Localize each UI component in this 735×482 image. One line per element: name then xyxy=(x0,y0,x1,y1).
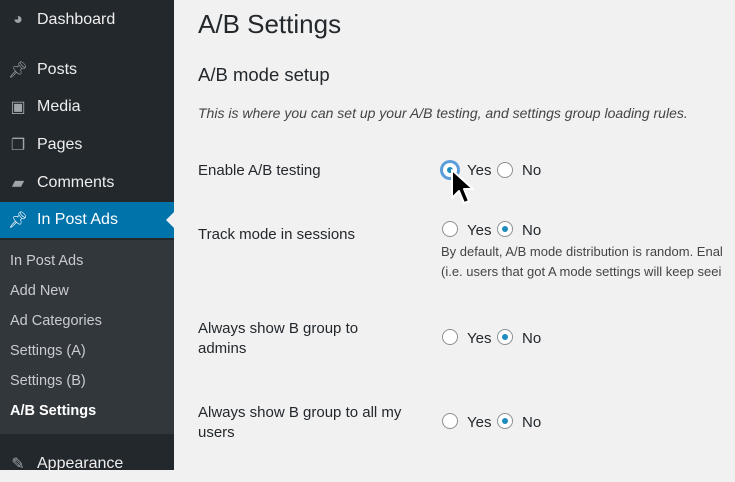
submenu-item-ab-settings[interactable]: A/B Settings xyxy=(10,403,96,419)
track-mode-help-line-1: By default, A/B mode distribution is ran… xyxy=(441,244,723,259)
menu-item-label: Appearance xyxy=(37,455,124,472)
track-mode-label: Track mode in sessions xyxy=(198,226,356,243)
show-b-all-users-no-radio[interactable] xyxy=(497,413,513,429)
show-b-admins-no-radio[interactable] xyxy=(497,329,513,345)
menu-item-label: Posts xyxy=(37,61,78,78)
submenu-item-settings-a[interactable]: Settings (A) xyxy=(10,343,86,359)
main-content: A/B Settings A/B mode setup This is wher… xyxy=(174,0,735,470)
menu-item-label: In Post Ads xyxy=(37,211,118,228)
submenu-item-settings-b[interactable]: Settings (B) xyxy=(10,373,86,389)
submenu-item-add-new[interactable]: Add New xyxy=(10,283,69,299)
menu-item-label: Comments xyxy=(37,174,115,191)
show-b-admins-yes-radio[interactable] xyxy=(442,329,458,345)
track-mode-help-line-2: (i.e. users that got A mode settings wil… xyxy=(441,264,722,279)
show-b-all-users-label: Always show B group to all my users xyxy=(198,404,402,441)
pages-icon: ❐ xyxy=(10,137,26,154)
section-title: A/B mode setup xyxy=(198,64,330,85)
show-b-all-users-yes-radio[interactable] xyxy=(442,413,458,429)
menu-item-in-post-ads[interactable]: 📌︎ In Post Ads xyxy=(0,202,174,238)
menu-item-posts[interactable]: 📌︎ Posts xyxy=(0,52,174,88)
menu-item-pages[interactable]: ❐ Pages xyxy=(0,127,174,163)
comment-icon: ▰ xyxy=(11,175,25,192)
menu-item-dashboard[interactable]: ◕ Dashboard xyxy=(0,2,174,38)
yes-label[interactable]: Yes xyxy=(467,330,491,347)
menu-item-label: Dashboard xyxy=(37,11,116,28)
menu-item-appearance[interactable]: ✎ Appearance xyxy=(0,446,174,482)
page-title: A/B Settings xyxy=(198,9,342,39)
submenu-item-ad-categories[interactable]: Ad Categories xyxy=(10,313,102,329)
menu-item-label: Pages xyxy=(37,136,83,153)
track-mode-no-radio[interactable] xyxy=(497,221,513,237)
media-icon: ▣ xyxy=(10,99,26,116)
no-label[interactable]: No xyxy=(522,330,541,347)
section-description: This is where you can set up your A/B te… xyxy=(198,105,688,121)
enable-ab-testing-no-radio[interactable] xyxy=(497,162,513,178)
yes-label[interactable]: Yes xyxy=(467,222,491,239)
paintbrush-icon: ✎ xyxy=(11,456,25,473)
enable-ab-testing-label: Enable A/B testing xyxy=(198,162,321,179)
track-mode-yes-radio[interactable] xyxy=(442,221,458,237)
submenu-item-in-post-ads[interactable]: In Post Ads xyxy=(10,253,83,269)
pin-icon: 📌︎ xyxy=(7,62,29,79)
no-label[interactable]: No xyxy=(522,414,541,431)
menu-item-comments[interactable]: ▰ Comments xyxy=(0,165,174,201)
in-post-ads-submenu: In Post Ads Add New Ad Categories Settin… xyxy=(0,240,174,434)
dashboard-icon: ◕ xyxy=(13,11,23,28)
menu-item-media[interactable]: ▣ Media xyxy=(0,89,174,125)
yes-label[interactable]: Yes xyxy=(467,414,491,431)
no-label[interactable]: No xyxy=(522,162,541,179)
no-label[interactable]: No xyxy=(522,222,541,239)
admin-sidebar: ◕ Dashboard 📌︎ Posts ▣ Media ❐ Pages ▰ C… xyxy=(0,0,174,473)
pin-icon: 📌︎ xyxy=(7,212,29,229)
show-b-admins-label: Always show B group to admins xyxy=(198,320,359,357)
menu-item-label: Media xyxy=(37,98,81,115)
mouse-pointer-icon xyxy=(451,169,474,204)
